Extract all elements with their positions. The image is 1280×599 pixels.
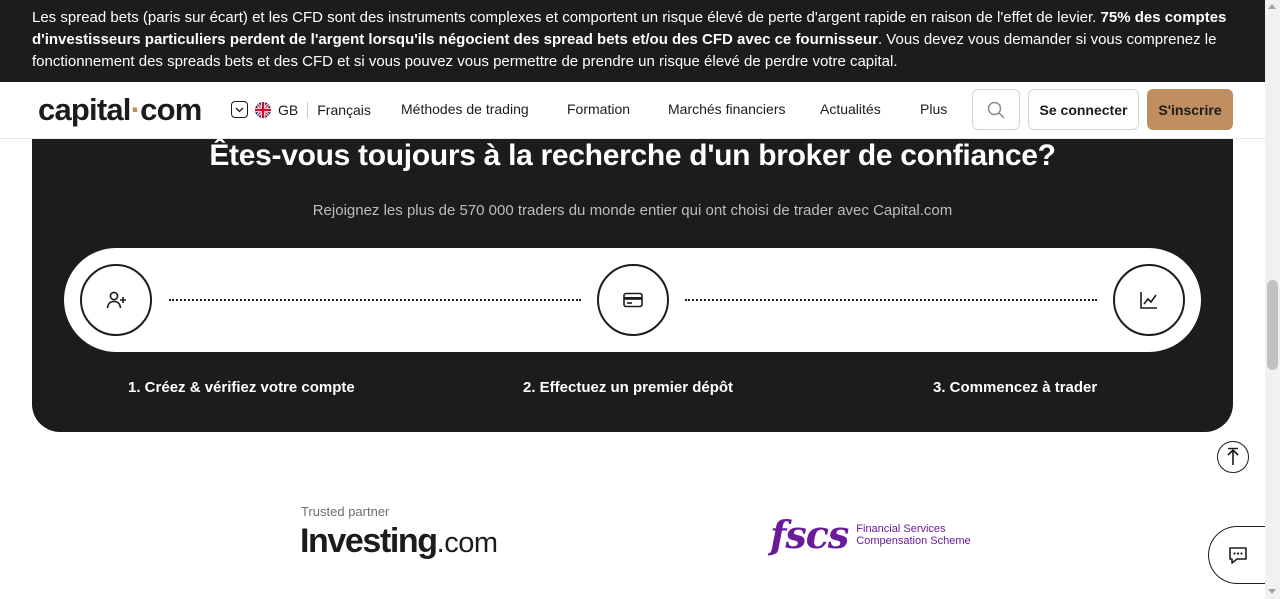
chat-bubble-icon <box>1229 547 1247 564</box>
fscs-text: Financial Services Compensation Scheme <box>856 523 970 547</box>
broker-cta-section: Êtes-vous toujours à la recherche d'un b… <box>32 139 1233 432</box>
arrow-up-icon <box>1227 447 1239 465</box>
page: Les spread bets (paris sur écart) et les… <box>0 0 1280 599</box>
risk-warning-text: Les spread bets (paris sur écart) et les… <box>32 9 1101 26</box>
investing-suffix: .com <box>436 527 498 559</box>
uk-flag-icon <box>255 101 271 118</box>
nav-trading-methods[interactable]: Méthodes de trading <box>401 101 529 117</box>
nav-news[interactable]: Actualités <box>820 101 881 117</box>
risk-warning-banner: Les spread bets (paris sur écart) et les… <box>0 0 1280 82</box>
login-button[interactable]: Se connecter <box>1028 89 1139 130</box>
logo-dot: · <box>130 92 141 127</box>
nav-markets[interactable]: Marchés financiers <box>668 101 786 117</box>
capital-logo[interactable]: capital·com <box>38 92 202 128</box>
fscs-line-1: Financial Services <box>856 522 946 535</box>
steps-progress-bar <box>64 248 1201 352</box>
search-button[interactable] <box>972 89 1020 130</box>
nav-education[interactable]: Formation <box>567 101 630 117</box>
add-user-icon <box>106 291 126 309</box>
cta-subtitle: Rejoignez les plus de 570 000 traders du… <box>312 202 953 219</box>
scrollbar-thumb[interactable] <box>1267 280 1278 370</box>
step-3-circle[interactable] <box>1113 264 1185 336</box>
fscs-line-2: Compensation Scheme <box>856 534 971 547</box>
credit-card-icon <box>623 292 643 308</box>
scrollbar-up-arrow[interactable] <box>1268 4 1276 9</box>
scrollbar-down-arrow[interactable] <box>1268 589 1276 594</box>
investing-name: Investing <box>300 522 438 560</box>
trusted-partner-label: Trusted partner <box>301 504 390 519</box>
nav-more[interactable]: Plus <box>920 101 947 117</box>
step-1-label: 1. Créez & vérifiez votre compte <box>128 379 355 396</box>
cta-title: Êtes-vous toujours à la recherche d'un b… <box>209 139 1056 172</box>
logo-left: capital <box>38 92 131 127</box>
step-connector-1 <box>169 299 581 301</box>
language-label: Français <box>317 101 371 118</box>
step-1-circle[interactable] <box>80 264 152 336</box>
locale-selector[interactable]: GB Français <box>231 101 371 118</box>
logo-right: com <box>140 92 202 127</box>
fscs-logo[interactable]: fscs Financial Services Compensation Sch… <box>770 512 971 557</box>
search-icon <box>987 101 1005 118</box>
chevron-down-icon <box>231 101 248 118</box>
scroll-to-top-button[interactable] <box>1217 441 1249 473</box>
step-2-label: 2. Effectuez un premier dépôt <box>523 379 734 396</box>
locale-divider <box>307 101 309 118</box>
step-connector-2 <box>685 299 1097 301</box>
chart-line-icon <box>1140 292 1157 309</box>
step-3-label: 3. Commencez à trader <box>933 379 1098 396</box>
region-label: GB <box>278 101 299 118</box>
step-2-circle[interactable] <box>597 264 669 336</box>
signup-button[interactable]: S'inscrire <box>1147 89 1233 130</box>
investing-logo[interactable]: Investing.com <box>300 522 498 561</box>
fscs-mark: fscs <box>770 512 849 557</box>
